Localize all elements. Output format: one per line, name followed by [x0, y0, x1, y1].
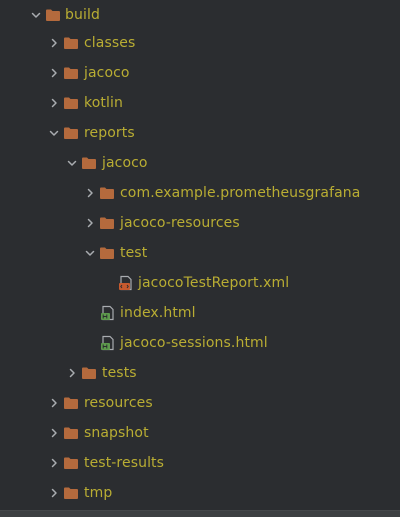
folder-icon	[99, 185, 115, 201]
tree-row-label: index.html	[120, 305, 196, 321]
chevron-right-icon[interactable]	[46, 88, 62, 118]
html-file-icon	[100, 335, 116, 351]
chevron-down-icon[interactable]	[64, 148, 80, 178]
folder-icon	[45, 7, 61, 23]
folder-icon	[63, 485, 79, 501]
tree-row-label: classes	[84, 35, 136, 51]
chevron-right-icon[interactable]	[46, 388, 62, 418]
tree-row-label: jacocoTestReport.xml	[138, 275, 290, 291]
tree-row-label: tests	[102, 365, 137, 381]
chevron-down-icon[interactable]	[28, 0, 44, 30]
chevron-right-icon[interactable]	[64, 358, 80, 388]
chevron-right-icon[interactable]	[82, 208, 98, 238]
tree-row-jacoco-sessions-html[interactable]: jacoco-sessions.html	[0, 328, 400, 358]
tree-row-label: jacoco-resources	[120, 215, 240, 231]
chevron-right-icon[interactable]	[46, 448, 62, 478]
folder-icon	[63, 35, 79, 51]
folder-icon	[63, 425, 79, 441]
chevron-right-icon[interactable]	[46, 28, 62, 58]
tree-row-label: snapshot	[84, 425, 149, 441]
tree-row-label: jacoco-sessions.html	[120, 335, 268, 351]
tree-row-resources[interactable]: resources	[0, 388, 400, 418]
html-file-icon	[100, 305, 116, 321]
tree-row-label: test-results	[84, 455, 165, 471]
bottom-edge	[0, 510, 400, 517]
folder-icon	[63, 125, 79, 141]
folder-icon	[81, 155, 97, 171]
project-tree: build classes jacoco kotlin reports jaco…	[0, 0, 400, 510]
tree-row-build[interactable]: build	[0, 0, 400, 30]
folder-icon	[63, 395, 79, 411]
tree-row-com-example-prometheusgrafana[interactable]: com.example.prometheusgrafana	[0, 178, 400, 208]
chevron-right-icon[interactable]	[46, 478, 62, 508]
tree-row-tmp[interactable]: tmp	[0, 478, 400, 508]
tree-row-label: jacoco	[84, 65, 130, 81]
tree-row-label: build	[65, 7, 100, 23]
tree-row-kotlin[interactable]: kotlin	[0, 88, 400, 118]
chevron-right-icon[interactable]	[46, 58, 62, 88]
tree-row-index-html[interactable]: index.html	[0, 298, 400, 328]
tree-row-jacocotestreport-xml[interactable]: jacocoTestReport.xml	[0, 268, 400, 298]
tree-row-label: com.example.prometheusgrafana	[120, 185, 361, 201]
chevron-down-icon[interactable]	[46, 118, 62, 148]
folder-icon	[81, 365, 97, 381]
folder-icon	[99, 245, 115, 261]
folder-icon	[63, 65, 79, 81]
tree-row-classes[interactable]: classes	[0, 28, 400, 58]
tree-row-snapshot[interactable]: snapshot	[0, 418, 400, 448]
tree-row-label: resources	[84, 395, 153, 411]
xml-file-icon	[118, 275, 134, 291]
tree-row-label: reports	[84, 125, 135, 141]
folder-icon	[99, 215, 115, 231]
chevron-right-icon[interactable]	[82, 178, 98, 208]
tree-row-test[interactable]: test	[0, 238, 400, 268]
tree-row-jacoco[interactable]: jacoco	[0, 58, 400, 88]
tree-row-label: kotlin	[84, 95, 123, 111]
tree-row-label: test	[120, 245, 148, 261]
tree-row-label: tmp	[84, 485, 113, 501]
tree-row-tests[interactable]: tests	[0, 358, 400, 388]
chevron-right-icon[interactable]	[46, 418, 62, 448]
tree-row-label: jacoco	[102, 155, 148, 171]
tree-row-reports[interactable]: reports	[0, 118, 400, 148]
tree-row-reports-jacoco[interactable]: jacoco	[0, 148, 400, 178]
chevron-down-icon[interactable]	[82, 238, 98, 268]
folder-icon	[63, 455, 79, 471]
tree-row-test-results[interactable]: test-results	[0, 448, 400, 478]
folder-icon	[63, 95, 79, 111]
tree-row-jacoco-resources[interactable]: jacoco-resources	[0, 208, 400, 238]
